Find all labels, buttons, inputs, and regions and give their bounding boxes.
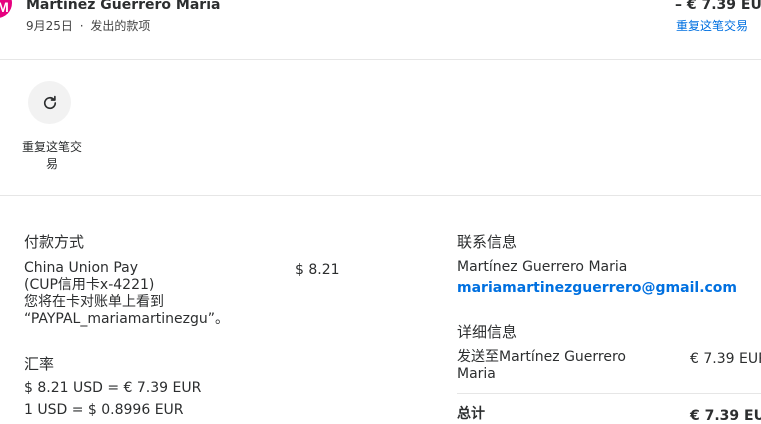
total-amount: € 7.39 EUR: [690, 408, 761, 424]
total-label: 总计: [457, 406, 485, 422]
transaction-meta: 9月25日 · 发出的款项: [26, 17, 150, 34]
payment-method-heading: 付款方式: [24, 233, 85, 251]
repeat-transaction-link[interactable]: 重复这笔交易: [676, 17, 748, 34]
statement-name: “PAYPAL_mariamartinezgu”。: [24, 311, 229, 327]
exchange-rate-line: $ 8.21 USD = € 7.39 EUR: [24, 380, 202, 396]
payment-method-name: China Union Pay: [24, 260, 139, 276]
meta-separator: ·: [79, 19, 84, 33]
refresh-icon: [43, 95, 56, 109]
exchange-rate-heading: 汇率: [24, 355, 55, 373]
sent-amount: € 7.39 EUR: [690, 351, 761, 367]
exchange-rate-unit: 1 USD = $ 0.8996 EUR: [24, 402, 184, 418]
contact-email-link[interactable]: mariamartinezguerrero@gmail.com: [457, 280, 737, 296]
repeat-transaction-button[interactable]: [28, 81, 71, 124]
repeat-transaction-label[interactable]: 重复这笔交易: [18, 139, 86, 173]
transaction-date: 9月25日: [26, 19, 73, 33]
statement-note: 您将在卡对账单上看到: [24, 294, 164, 310]
payment-amount: $ 8.21: [295, 262, 340, 278]
transaction-type: 发出的款项: [90, 19, 151, 33]
avatar: M: [0, 0, 12, 18]
counterparty-name: Martínez Guerrero Maria: [26, 0, 221, 13]
contact-info-heading: 联系信息: [457, 233, 518, 251]
divider: [0, 195, 761, 196]
transaction-amount: – € 7.39 EUR: [675, 0, 761, 13]
divider: [0, 59, 761, 60]
details-divider: [457, 393, 761, 394]
contact-name: Martínez Guerrero Maria: [457, 259, 628, 275]
sent-to-label-cont: Maria: [457, 366, 496, 382]
sent-to-label: 发送至Martínez Guerrero: [457, 349, 626, 365]
payment-card: (CUP信用卡x-4221): [24, 277, 155, 293]
details-heading: 详细信息: [457, 323, 518, 341]
